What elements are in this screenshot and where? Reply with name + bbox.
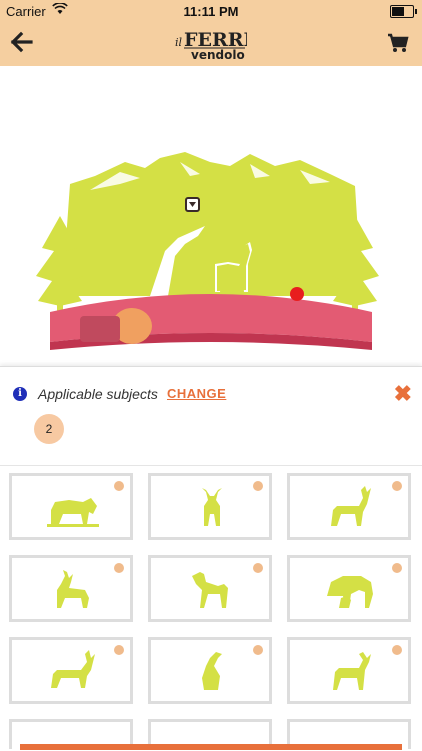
close-icon[interactable]: ✖ <box>394 383 412 405</box>
grazing-horse-icon <box>47 498 99 527</box>
panel-divider <box>0 465 422 466</box>
svg-text:vendolo: vendolo <box>191 48 245 62</box>
sitting-bird-icon <box>202 652 222 690</box>
change-button[interactable]: CHANGE <box>167 386 226 401</box>
selection-dot <box>114 563 124 573</box>
status-bar: Carrier 11:11 PM <box>0 0 422 22</box>
app-header: il FERRI vendolo <box>0 22 422 66</box>
selection-dot <box>253 645 263 655</box>
selection-dot <box>392 563 402 573</box>
subject-item-3[interactable] <box>287 473 411 540</box>
young-deer-icon <box>57 570 89 608</box>
subjects-panel: i Applicable subjects CHANGE ✖ 2 <box>0 366 422 751</box>
shopping-cart-icon[interactable] <box>386 31 412 57</box>
clock-time: 11:11 PM <box>183 4 239 19</box>
info-icon: i <box>13 387 27 401</box>
bottom-action-bar[interactable] <box>20 744 402 750</box>
arrow-left-icon[interactable] <box>10 30 38 58</box>
subject-item-1[interactable] <box>9 473 133 540</box>
selection-dot <box>253 481 263 491</box>
selection-dot <box>114 481 124 491</box>
product-preview <box>0 66 422 366</box>
panel-title: Applicable subjects <box>38 386 158 402</box>
battery-icon <box>390 5 417 18</box>
walking-stag-icon <box>51 650 95 688</box>
brand-logo: il FERRI vendolo <box>175 26 253 62</box>
selection-dot <box>114 645 124 655</box>
subject-item-2[interactable] <box>148 473 272 540</box>
selection-dot <box>392 645 402 655</box>
standing-deer-front-icon <box>202 488 222 526</box>
stag-side-icon <box>333 652 371 690</box>
selection-dot <box>253 563 263 573</box>
selection-dot <box>392 481 402 491</box>
svg-text:il: il <box>175 36 183 49</box>
subject-count-badge: 2 <box>34 414 64 444</box>
subject-item-8[interactable] <box>148 637 272 704</box>
subject-item-6[interactable] <box>287 555 411 622</box>
subject-item-4[interactable] <box>9 555 133 622</box>
deer-with-antlers-icon <box>331 486 371 526</box>
fawn-icon <box>192 572 228 608</box>
subject-item-7[interactable] <box>9 637 133 704</box>
subject-item-5[interactable] <box>148 555 272 622</box>
subject-item-9[interactable] <box>287 637 411 704</box>
doe-and-fawn-icon <box>327 576 373 608</box>
